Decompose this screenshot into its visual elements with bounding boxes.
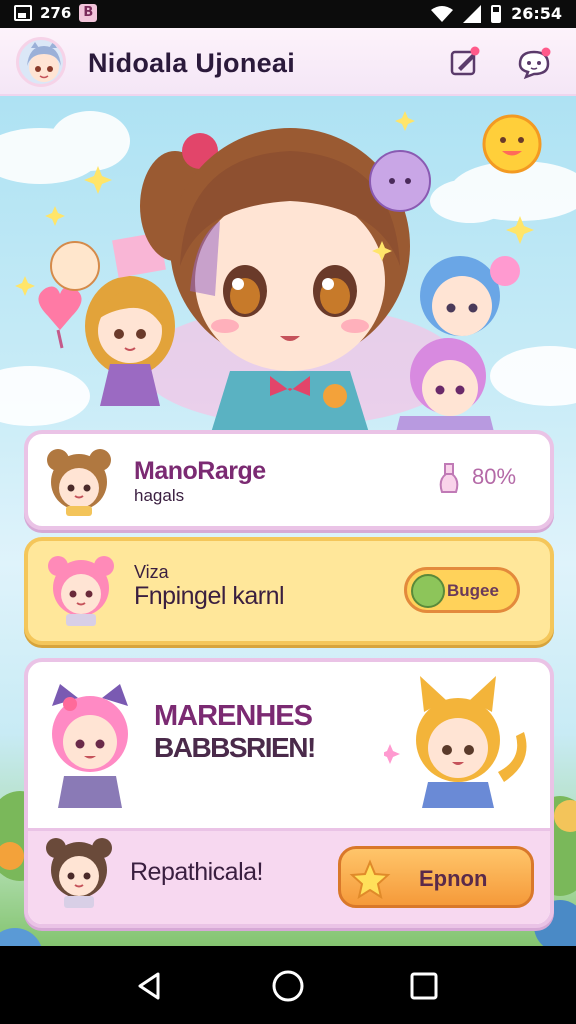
potion-icon bbox=[439, 463, 459, 493]
promo-footer-text: Repathicala! bbox=[130, 858, 263, 886]
cat-girl-character-icon bbox=[52, 684, 128, 808]
fox-girl-character-icon bbox=[384, 676, 527, 808]
card1-percent: 80% bbox=[472, 464, 517, 489]
edit-icon bbox=[450, 46, 480, 76]
wifi-icon bbox=[431, 5, 454, 22]
app-header: Nidoala Ujoneai bbox=[0, 28, 576, 96]
main-content bbox=[0, 96, 576, 946]
battery-icon bbox=[491, 4, 502, 23]
edit-button[interactable] bbox=[446, 44, 482, 80]
recents-icon bbox=[410, 972, 438, 1000]
card1-subtitle: hagals bbox=[134, 486, 185, 505]
egg-icon bbox=[411, 574, 445, 608]
star-icon bbox=[349, 859, 391, 900]
home-button[interactable] bbox=[268, 966, 308, 1006]
home-icon bbox=[272, 970, 304, 1002]
hero-illustration bbox=[0, 111, 576, 436]
promo-headline-line1: MARENHES bbox=[154, 700, 313, 732]
chat-icon bbox=[518, 47, 551, 80]
card2-title: Fnpingel karnl bbox=[134, 582, 285, 610]
image-notification-icon bbox=[14, 5, 32, 21]
back-button[interactable] bbox=[130, 966, 170, 1006]
badge-button-label: Bugee bbox=[447, 581, 499, 600]
pink-girl-avatar-icon bbox=[48, 556, 114, 626]
clock: 26:54 bbox=[511, 4, 562, 23]
app-notification-icon: B bbox=[79, 4, 98, 22]
status-bar: 276 B 26:54 bbox=[0, 0, 576, 28]
signal-icon bbox=[463, 4, 482, 23]
recents-button[interactable] bbox=[404, 966, 444, 1006]
promo-headline-line2: BABBSRIEN! bbox=[154, 732, 316, 763]
open-button-label: Epnon bbox=[419, 866, 488, 891]
app-title: Nidoala Ujoneai bbox=[88, 48, 296, 78]
brown-girl-avatar-icon bbox=[46, 838, 112, 908]
back-icon bbox=[138, 972, 160, 1000]
open-button[interactable]: Epnon bbox=[338, 846, 534, 908]
bear-avatar-icon bbox=[47, 449, 111, 516]
notification-count: 276 bbox=[40, 4, 72, 22]
profile-avatar[interactable] bbox=[16, 37, 66, 87]
card1-title: ManoRarge bbox=[134, 457, 266, 485]
badge-button[interactable]: Bugee bbox=[404, 567, 520, 613]
card2-label: Viza bbox=[134, 562, 169, 582]
chat-button[interactable] bbox=[516, 44, 552, 80]
system-nav-bar bbox=[0, 946, 576, 1024]
